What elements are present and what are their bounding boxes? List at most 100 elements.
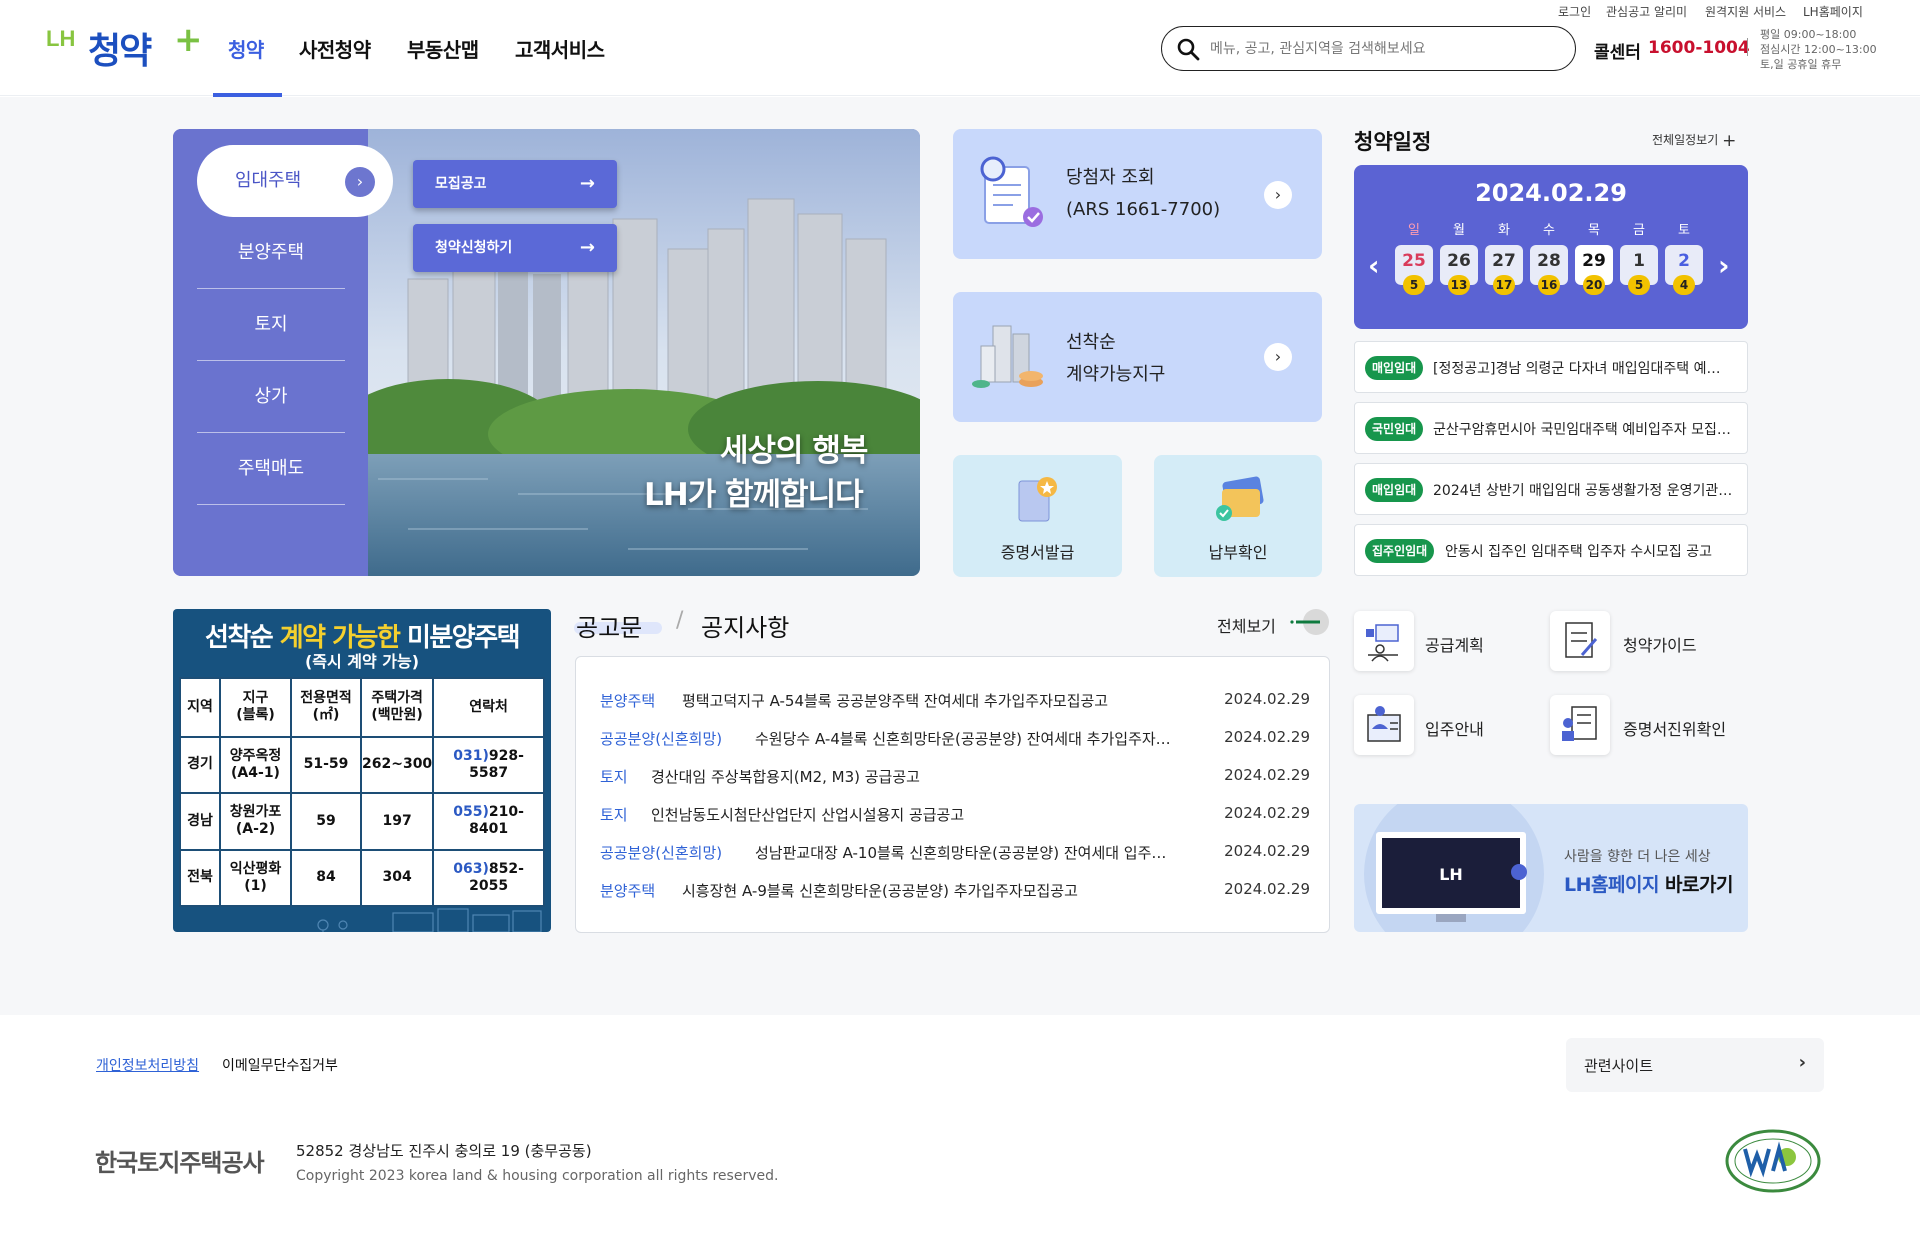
hero-tab-commercial[interactable]: 상가: [197, 361, 345, 433]
table-cell: 전북: [179, 848, 221, 907]
weekday-label: 화: [1498, 223, 1510, 238]
announcement-item[interactable]: 공공분양(신혼희망) 수원당수 A-4블록 신혼희망타운(공공분양) 잔여세대 …: [600, 728, 1310, 752]
tel-area: 031): [453, 747, 489, 764]
table-header: 지역: [179, 677, 221, 738]
announcement-category: 분양주택: [600, 692, 656, 710]
apply-button[interactable]: 청약신청하기 →: [413, 224, 617, 272]
lh-homepage-banner[interactable]: LH 사람을 향한 더 나은 세상 LH홈페이지 바로가기: [1354, 804, 1748, 932]
call-center-label: 콜센터: [1594, 43, 1641, 63]
schedule-count-badge: 16: [1538, 275, 1560, 295]
weekday-label: 금: [1633, 223, 1645, 238]
search-icon[interactable]: [1176, 37, 1200, 61]
schedule-notice-item[interactable]: 집주인임대 안동시 집주인 임대주택 입주자 수시모집 공고: [1354, 524, 1748, 576]
chevron-right-icon: ›: [1798, 1052, 1806, 1073]
recruitment-notice-button[interactable]: 모집공고 →: [413, 160, 617, 208]
table-row: 전북 익산평화 (1) 84 304 063)852-2055: [179, 848, 545, 907]
nav-pre-cheongyak[interactable]: 사전청약: [299, 34, 371, 63]
schedule-count-badge: 13: [1448, 275, 1470, 295]
remote-support-link[interactable]: 원격지원 서비스: [1705, 3, 1786, 20]
hero-tab-label: 임대주택: [235, 170, 302, 191]
hero-tab-rental-housing[interactable]: 임대주택 ›: [197, 145, 393, 217]
schedule-notice-item[interactable]: 국민임대 군산구암휴먼시아 국민임대주택 예비입주자 모집 공고: [1354, 402, 1748, 454]
certificate-issue-card[interactable]: 증명서발급: [953, 455, 1122, 577]
hero-copy-line2: LH가 함께합니다: [644, 477, 864, 513]
hero-tab-land[interactable]: 토지: [197, 289, 345, 361]
supply-plan-icon[interactable]: [1354, 611, 1414, 671]
first-come-district-card[interactable]: 선착순 계약가능지구 ›: [953, 292, 1322, 422]
table-cell: 경남: [179, 792, 221, 851]
view-full-schedule-label: 전체일정보기: [1652, 133, 1719, 147]
move-in-guide-link[interactable]: 입주안내: [1425, 716, 1484, 740]
announcement-date: 2024.02.29: [1224, 880, 1310, 898]
city-silhouette-decoration: [317, 908, 542, 932]
announcement-title: 시흥장현 A-9블록 신혼희망타운(공공분양) 추가입주자모집공고: [682, 882, 1078, 900]
table-cell: 창원가포 (A-2): [219, 792, 292, 851]
supply-plan-link[interactable]: 공급계획: [1425, 632, 1484, 656]
hero-copy-line1: 세상의 행복: [720, 433, 868, 469]
chevron-left-icon[interactable]: ‹: [1368, 249, 1380, 282]
organization-address: 52852 경상남도 진주시 충의로 19 (충무공동): [296, 1142, 592, 1160]
announcement-item[interactable]: 분양주택 시흥장현 A-9블록 신혼희망타운(공공분양) 추가입주자모집공고 2…: [600, 880, 1310, 904]
hours-weekday: 평일 09:00~18:00: [1760, 28, 1857, 41]
chevron-right-icon[interactable]: ›: [1718, 249, 1730, 282]
monitor-illustration: LH: [1364, 804, 1544, 932]
announcement-item[interactable]: 공공분양(신혼희망) 성남판교대장 A-10블록 신혼희망타운(공공분양) 잔여…: [600, 842, 1310, 866]
announcement-title: 성남판교대장 A-10블록 신혼희망타운(공공분양) 잔여세대 입주자모집공고: [755, 844, 1175, 862]
copyright-text: Copyright 2023 korea land & housing corp…: [296, 1168, 779, 1184]
table-cell: 경기: [179, 735, 221, 795]
login-link[interactable]: 로그인: [1558, 3, 1591, 20]
tab-notices[interactable]: 공지사항: [701, 608, 789, 643]
table-header: 전용면적 (㎡): [290, 677, 362, 738]
winner-lookup-card[interactable]: 당첨자 조회 (ARS 1661-7700) ›: [953, 129, 1322, 259]
winner-lookup-title: 당첨자 조회: [1066, 167, 1155, 188]
nav-realestate-map[interactable]: 부동산맵: [407, 34, 479, 63]
table-cell: 262~300: [359, 735, 435, 795]
svg-text:LH: LH: [1439, 865, 1463, 884]
weekday-label: 일: [1408, 223, 1420, 238]
view-full-schedule-link[interactable]: 전체일정보기 +: [1652, 131, 1736, 151]
logo-plus-text: +: [174, 20, 203, 60]
nav-customer-service[interactable]: 고객서비스: [515, 34, 605, 63]
payment-check-card[interactable]: 납부확인: [1154, 455, 1322, 577]
button-label: 청약신청하기: [435, 240, 513, 256]
announcement-date: 2024.02.29: [1224, 804, 1310, 822]
privacy-policy-link[interactable]: 개인정보처리방침: [96, 1055, 199, 1075]
move-in-guide-icon[interactable]: [1354, 695, 1414, 755]
certificate-icon: [1018, 477, 1057, 522]
email-refusal-link[interactable]: 이메일무단수집거부: [222, 1055, 338, 1075]
certificate-verify-icon[interactable]: [1550, 695, 1610, 755]
related-sites-label: 관련사이트: [1584, 1057, 1654, 1075]
schedule-notice-item[interactable]: 매입임대 [정정공고]경남 의령군 다자녀 매입임대주택 예비입주자 모집: [1354, 341, 1748, 393]
application-guide-icon[interactable]: [1550, 611, 1610, 671]
announcement-item[interactable]: 토지 경산대임 주상복합용지(M2, M3) 공급공고 2024.02.29: [600, 766, 1310, 790]
related-sites-dropdown[interactable]: 관련사이트 ›: [1566, 1038, 1824, 1092]
view-all-announcements-link[interactable]: 전체보기: [1217, 613, 1276, 637]
announcement-item[interactable]: 분양주택 평택고덕지구 A-54블록 공공분양주택 잔여세대 추가입주자모집공고…: [600, 690, 1310, 714]
table-cell: 양주옥정 (A4-1): [219, 735, 292, 795]
lh-homepage-link[interactable]: LH홈페이지: [1803, 3, 1863, 20]
application-guide-link[interactable]: 청약가이드: [1623, 632, 1697, 656]
view-all-toggle-icon[interactable]: [1288, 608, 1330, 636]
notice-title: [정정공고]경남 의령군 다자녀 매입임대주택 예비입주자 모집: [1433, 361, 1733, 377]
hero-tab-house-sale[interactable]: 주택매도: [197, 433, 345, 505]
alert-service-link[interactable]: 관심공고 알리미: [1606, 3, 1687, 20]
announcement-title: 경산대임 주상복합용지(M2, M3) 공급공고: [651, 768, 920, 786]
announcement-category: 토지: [600, 768, 628, 786]
unsold-housing-banner[interactable]: 선착순 계약 가능한 미분양주택 (즉시 계약 가능) 지역 지구 (블록) 전…: [173, 609, 551, 932]
plus-icon: +: [1722, 131, 1737, 151]
certificate-verify-link[interactable]: 증명서진위확인: [1623, 716, 1726, 740]
search-input[interactable]: [1210, 37, 1550, 61]
hours-holiday: 토,일 공휴일 휴무: [1760, 58, 1842, 71]
hero-tab-sale-housing[interactable]: 분양주택: [197, 217, 345, 289]
schedule-notice-item[interactable]: 매입임대 2024년 상반기 매입임대 공동생활가정 운영기관 모집: [1354, 463, 1748, 515]
nav-cheongyak[interactable]: 청약: [228, 34, 264, 63]
announcement-item[interactable]: 토지 인천남동도시첨단산업단지 산업시설용지 공급공고 2024.02.29: [600, 804, 1310, 828]
announcement-list: 분양주택 평택고덕지구 A-54블록 공공분양주택 잔여세대 추가입주자모집공고…: [575, 656, 1330, 933]
chevron-right-icon: ›: [1264, 181, 1292, 209]
announcement-date: 2024.02.29: [1224, 766, 1310, 784]
notice-type-badge: 국민임대: [1365, 417, 1424, 441]
tab-announcements[interactable]: 공고문: [576, 608, 642, 643]
tel-area: 055): [453, 804, 489, 821]
announcement-category: 분양주택: [600, 882, 656, 900]
lh-logo[interactable]: LH 청약 +: [46, 20, 203, 74]
